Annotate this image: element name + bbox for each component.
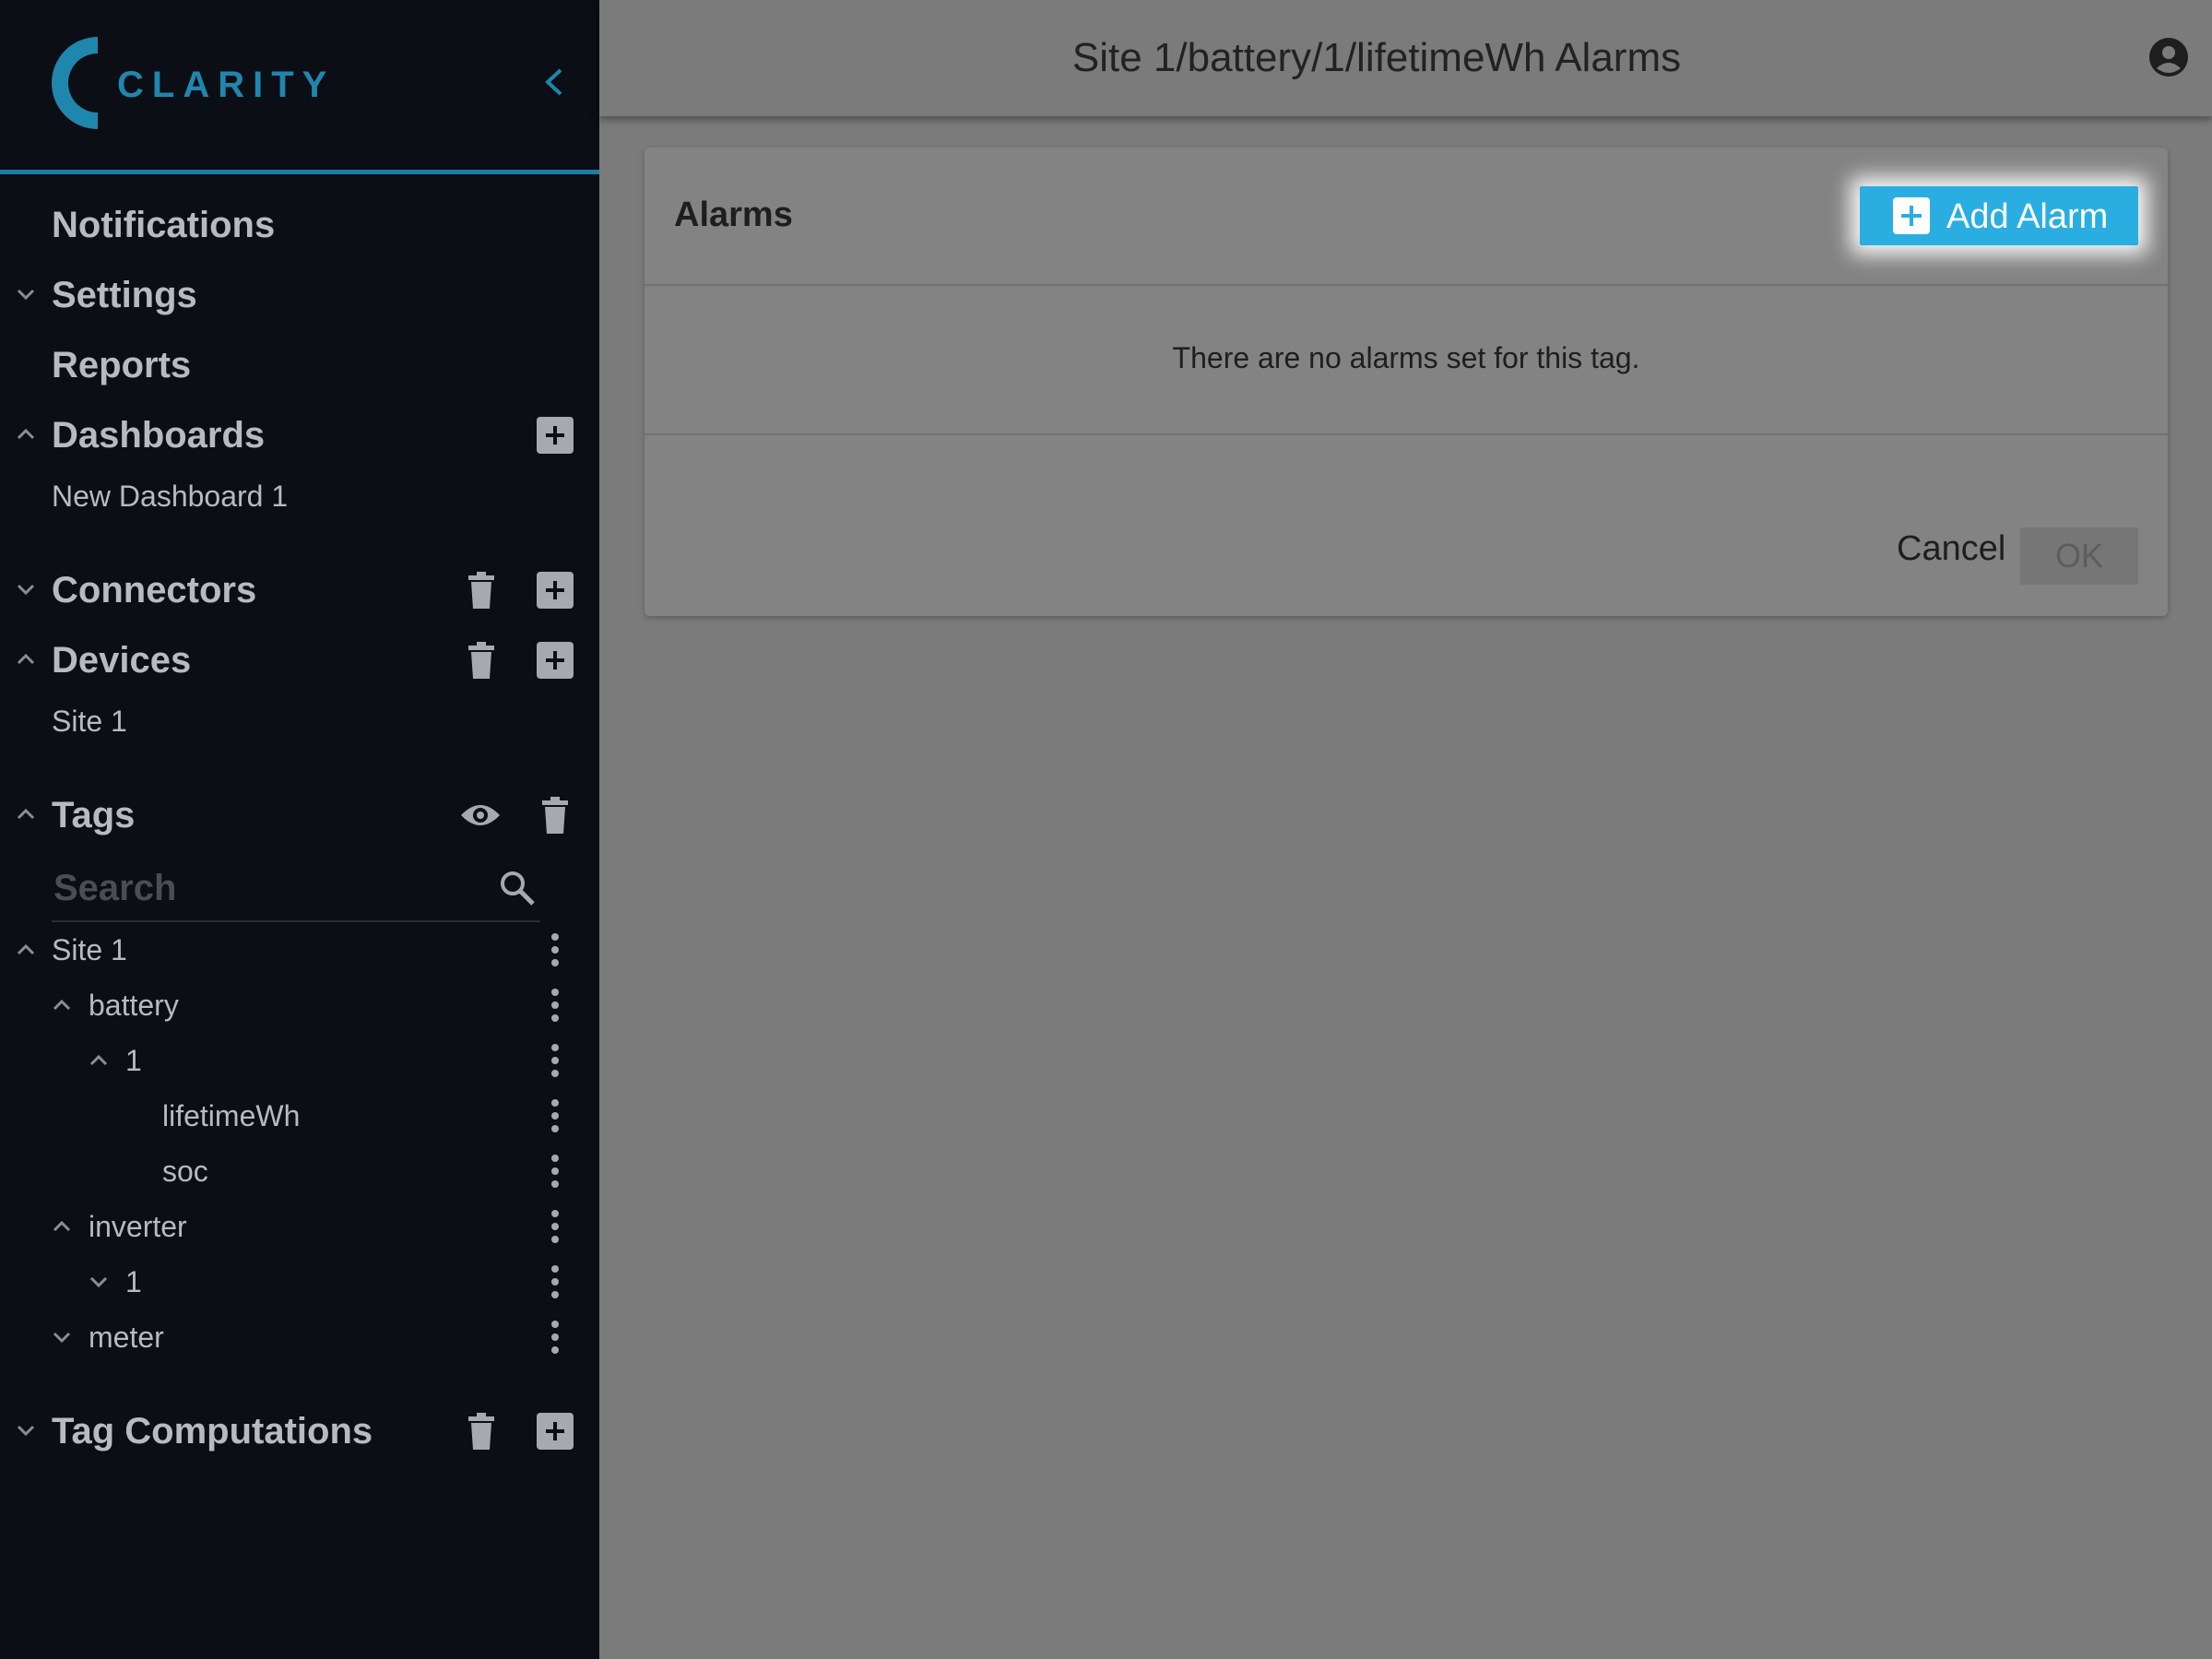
nav-reports[interactable]: Reports [0,336,599,393]
chevron-up-icon [89,1054,108,1066]
plus-icon [546,426,564,444]
tree-item-label: battery [89,989,179,1022]
more-vert-icon[interactable] [550,1097,561,1134]
trash-icon[interactable] [540,797,570,834]
tree-item-label: 1 [125,1265,142,1298]
tag-search-input[interactable] [52,859,489,917]
device-item[interactable]: Site 1 [0,695,599,747]
tree-item-label: Site 1 [52,933,127,966]
plus-icon [546,581,564,599]
chevron-up-icon [53,999,71,1011]
more-vert-icon[interactable] [550,1208,561,1245]
search-icon[interactable] [498,869,537,907]
nav-connectors-label: Connectors [52,570,257,610]
tree-item-label: meter [89,1321,164,1354]
tree-item-label: lifetimeWh [162,1099,301,1132]
nav-tag-computations-label: Tag Computations [52,1411,373,1452]
nav-tags-label: Tags [52,795,136,835]
add-dashboard-button[interactable] [537,417,574,454]
alarms-card: Alarms Add Alarm There are no alarms set… [645,148,2168,616]
more-vert-icon[interactable] [550,1319,561,1356]
account-circle-icon[interactable] [2148,37,2189,77]
tree-item-battery[interactable]: battery [0,978,599,1033]
trash-icon[interactable] [467,572,496,609]
tree-item-inverter[interactable]: inverter [0,1199,599,1254]
add-box-icon [1893,197,1930,234]
top-bar: Site 1/battery/1/lifetimeWh Alarms [599,0,2212,116]
add-device-button[interactable] [537,642,574,679]
tree-item-label: 1 [125,1044,142,1077]
chevron-down-icon [17,584,35,596]
device-item-label: Site 1 [52,705,127,738]
nav-reports-label: Reports [52,345,192,385]
add-alarm-button[interactable]: Add Alarm [1860,186,2138,245]
sidebar: CLARITY Notifications Settings Reports D… [0,0,599,1659]
nav-devices[interactable]: Devices [0,631,599,688]
dashboard-item[interactable]: New Dashboard 1 [0,470,599,522]
nav-dashboards-label: Dashboards [52,415,266,456]
trash-icon[interactable] [467,1413,496,1450]
alarms-title: Alarms [674,196,793,234]
more-vert-icon[interactable] [550,1042,561,1079]
nav-settings[interactable]: Settings [0,266,599,323]
trash-icon[interactable] [467,642,496,679]
chevron-down-icon [89,1276,108,1288]
tree-item-lifetimewh[interactable]: lifetimeWh [0,1088,599,1144]
more-vert-icon[interactable] [550,1263,561,1300]
cancel-button[interactable]: Cancel [1897,529,2005,569]
tree-item-meter[interactable]: meter [0,1309,599,1365]
alarms-card-header: Alarms Add Alarm [645,148,2168,286]
tree-item-site[interactable]: Site 1 [0,922,599,978]
more-vert-icon[interactable] [550,931,561,968]
chevron-down-icon [17,1425,35,1437]
chevron-up-icon [17,428,35,440]
ok-button[interactable]: OK [2020,527,2138,585]
divider [645,433,2168,435]
tree-item-inverter-1[interactable]: 1 [0,1254,599,1309]
plus-icon [546,1422,564,1440]
tree-item-label: soc [162,1155,208,1188]
nav-devices-label: Devices [52,640,192,681]
chevron-up-icon [17,808,35,820]
logo-area: CLARITY [0,0,599,174]
chevron-down-icon [17,289,35,301]
plus-icon [546,651,564,670]
nav-tags[interactable]: Tags [0,786,599,843]
chevron-up-icon [17,653,35,665]
chevron-down-icon [53,1332,71,1344]
empty-state-text: There are no alarms set for this tag. [1172,341,1640,374]
add-tag-computation-button[interactable] [537,1413,574,1450]
chevron-up-icon [17,943,35,955]
add-connector-button[interactable] [537,572,574,609]
nav-notifications[interactable]: Notifications [0,196,599,253]
eye-icon[interactable] [459,800,502,830]
nav-dashboards[interactable]: Dashboards [0,406,599,463]
nav-connectors[interactable]: Connectors [0,561,599,618]
more-vert-icon[interactable] [550,987,561,1024]
chevron-up-icon [53,1220,71,1232]
add-alarm-label: Add Alarm [1946,197,2109,236]
tree-item-soc[interactable]: soc [0,1144,599,1199]
nav-settings-label: Settings [52,275,197,315]
collapse-sidebar-chevron-icon[interactable] [538,61,570,103]
nav-notifications-label: Notifications [52,205,276,245]
more-vert-icon[interactable] [550,1153,561,1190]
page-title: Site 1/battery/1/lifetimeWh Alarms [1071,35,1682,80]
dashboard-item-label: New Dashboard 1 [52,480,289,513]
tree-item-label: inverter [89,1210,187,1243]
logo-text: CLARITY [117,65,336,105]
nav-tag-computations[interactable]: Tag Computations [0,1402,599,1459]
tree-item-battery-1[interactable]: 1 [0,1033,599,1088]
tag-search [52,859,540,922]
